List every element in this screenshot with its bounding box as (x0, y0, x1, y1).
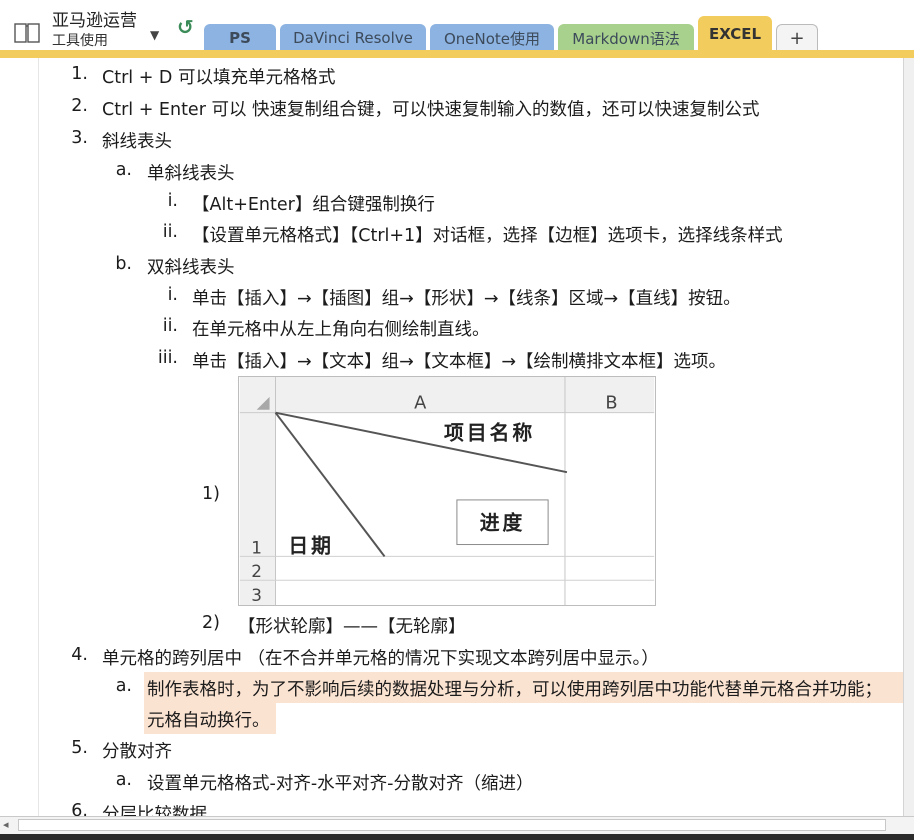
list-marker: 1. (71, 64, 88, 84)
cell-label: 进度 (480, 512, 526, 535)
section-accent-bar (0, 50, 914, 58)
list-text[interactable]: 在单元格中从左上角向右侧绘制直线。 (192, 316, 490, 341)
column-header: A (414, 393, 427, 414)
list-marker: ii. (162, 222, 178, 242)
tab-label: DaVinci Resolve (293, 29, 413, 47)
list-text[interactable]: Ctrl + D 可以填充单元格格式 (102, 64, 335, 89)
list-text[interactable]: Ctrl + Enter 可以 快速复制组合键，可以快速复制输入的数值，还可以快… (102, 96, 760, 121)
section-name[interactable]: 工具使用 (52, 30, 108, 50)
list-marker: 1) (202, 484, 220, 504)
tab-label: OneNote使用 (443, 29, 541, 48)
scrollbar-thumb[interactable] (18, 819, 886, 831)
tab-onenote[interactable]: OneNote使用 (430, 24, 554, 52)
list-marker: a. (115, 770, 132, 790)
list-marker: 4. (71, 645, 88, 665)
notebook-title[interactable]: 亚马逊运营 (52, 6, 137, 31)
list-text[interactable]: 分散对齐 (102, 738, 172, 763)
list-text[interactable]: 单元格的跨列居中 （在不合并单元格的情况下实现文本跨列居中显示。） (102, 645, 659, 670)
row-number: 1 (251, 537, 262, 557)
tab-markdown[interactable]: Markdown语法 (558, 24, 694, 52)
list-text[interactable]: 双斜线表头 (147, 254, 235, 279)
column-header: B (605, 393, 617, 414)
list-text[interactable]: 单击【插入】→【文本】组→【文本框】→【绘制横排文本框】选项。 (192, 348, 726, 373)
caret-down-icon[interactable]: ▼ (150, 28, 159, 42)
tab-label: Markdown语法 (572, 29, 680, 48)
column-header-bar (239, 377, 655, 413)
list-marker: b. (115, 254, 132, 274)
add-section-button[interactable]: + (776, 24, 818, 52)
tab-label: EXCEL (708, 25, 762, 43)
tab-label: PS (229, 29, 251, 47)
list-marker: 2. (71, 96, 88, 116)
notebook-header: 亚马逊运营 工具使用 ▼ ↺ PS DaVinci Resolve OneNot… (0, 0, 914, 52)
cell-label: 日期 (288, 534, 334, 557)
list-marker: 3. (71, 128, 88, 148)
list-marker: iii. (157, 348, 178, 368)
vertical-scrollbar[interactable] (903, 58, 914, 816)
list-text[interactable]: 单击【插入】→【插图】组→【形状】→【线条】区域→【直线】按钮。 (192, 285, 741, 310)
tab-excel[interactable]: EXCEL (698, 16, 772, 52)
list-marker: ii. (162, 316, 178, 336)
list-text[interactable]: 斜线表头 (102, 128, 172, 153)
tab-davinci-resolve[interactable]: DaVinci Resolve (280, 24, 426, 52)
list-marker: i. (167, 285, 178, 305)
list-text[interactable]: 单斜线表头 (147, 160, 235, 185)
list-text[interactable]: 【形状轮廓】——【无轮廓】 (238, 613, 466, 638)
row-number: 2 (251, 561, 262, 581)
tab-ps[interactable]: PS (204, 24, 276, 52)
page-margin-rule (38, 58, 39, 816)
list-text[interactable]: 【Alt+Enter】组合键强制换行 (192, 191, 435, 216)
list-text[interactable]: 元格自动换行。 (147, 707, 270, 732)
excel-diagonal-header-image[interactable]: A B 1 2 3 项目名称 进度 日期 (238, 376, 656, 606)
horizontal-scrollbar[interactable]: ◂ (0, 816, 914, 836)
back-arrow-icon[interactable]: ↺ (177, 15, 194, 39)
list-marker: 2) (202, 613, 220, 633)
list-text[interactable]: 制作表格时，为了不影响后续的数据处理与分析，可以使用跨列居中功能代替单元格合并功… (147, 676, 882, 701)
row-number: 3 (251, 585, 262, 605)
plus-icon: + (789, 28, 805, 49)
taskbar-edge (0, 834, 914, 840)
scroll-left-icon[interactable]: ◂ (3, 818, 9, 831)
notebook-icon[interactable] (14, 22, 40, 44)
list-marker: a. (115, 676, 132, 696)
cell-label: 项目名称 (444, 421, 535, 444)
list-marker: a. (115, 160, 132, 180)
list-marker: 5. (71, 738, 88, 758)
list-text[interactable]: 设置单元格格式-对齐-水平对齐-分散对齐（缩进） (147, 770, 533, 795)
list-marker: i. (167, 191, 178, 211)
list-text[interactable]: 【设置单元格格式】【Ctrl+1】对话框，选择【边框】选项卡，选择线条样式 (192, 222, 783, 247)
